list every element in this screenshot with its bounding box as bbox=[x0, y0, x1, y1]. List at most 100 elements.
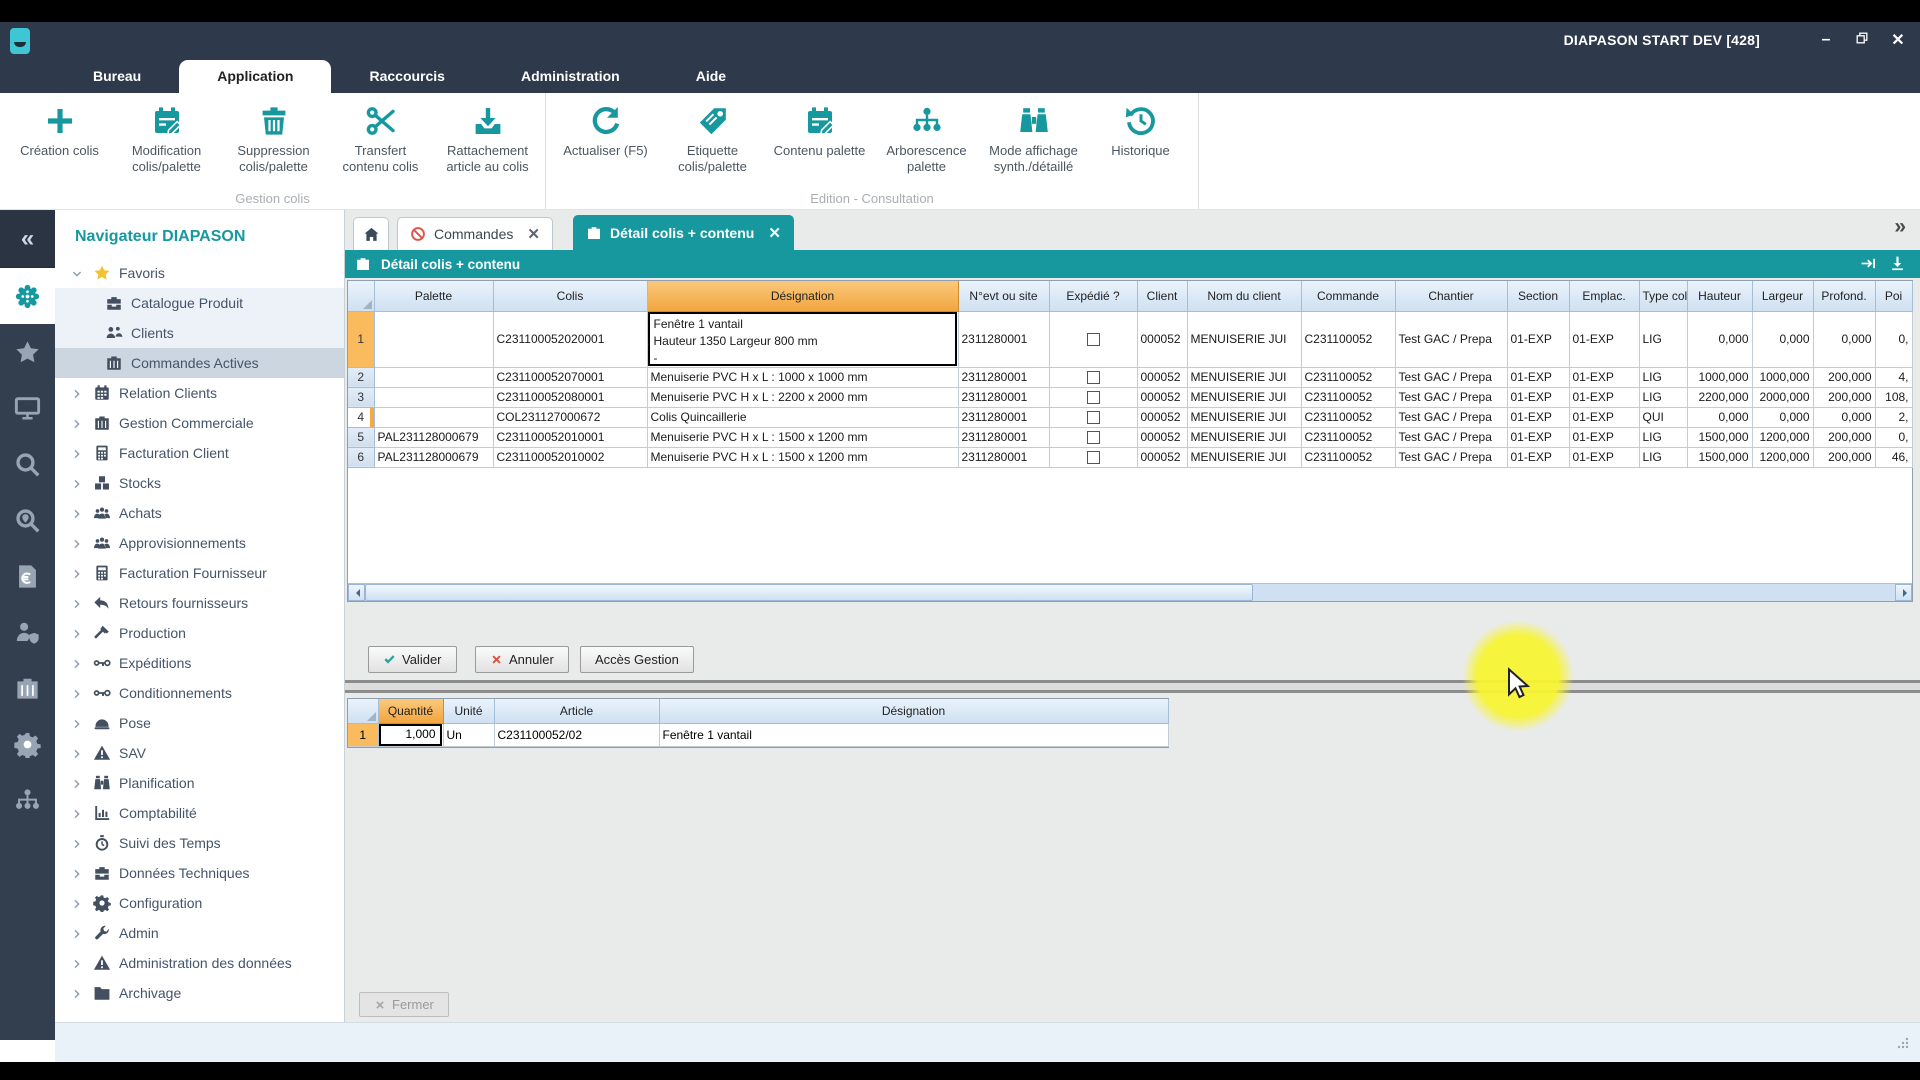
sidebar-item-stocks[interactable]: Stocks bbox=[55, 468, 344, 498]
column-header[interactable]: Désignation bbox=[659, 699, 1168, 723]
sidebar-collapse-button[interactable]: « bbox=[0, 210, 55, 268]
ribbon-button[interactable]: Actualiser (F5) bbox=[552, 99, 659, 159]
ribbon-button[interactable]: Mode affichage synth./détaillé bbox=[980, 99, 1087, 174]
tabs-overflow-button[interactable]: » bbox=[1894, 215, 1906, 239]
sidebar-item-production[interactable]: Production bbox=[55, 618, 344, 648]
sidebar-item-admin[interactable]: Admin bbox=[55, 918, 344, 948]
ribbon-button[interactable]: Etiquette colis/palette bbox=[659, 99, 766, 174]
column-header[interactable]: Profond. bbox=[1813, 281, 1875, 311]
export-right-icon[interactable] bbox=[1860, 255, 1877, 272]
valider-button[interactable]: Valider bbox=[368, 646, 457, 673]
table-row[interactable]: 5PAL231128000679C231100052010001Menuiser… bbox=[348, 427, 1912, 447]
expedie-checkbox[interactable] bbox=[1087, 431, 1100, 444]
ribbon-button[interactable]: Création colis bbox=[6, 99, 113, 159]
column-header[interactable]: Article bbox=[494, 699, 659, 723]
sidebar-item-gestion-commerciale[interactable]: Gestion Commerciale bbox=[55, 408, 344, 438]
ribbon-button[interactable]: Historique bbox=[1087, 99, 1194, 159]
table-row[interactable]: 3C231100052080001Menuiserie PVC H x L : … bbox=[348, 387, 1912, 407]
rail-item-sitemap[interactable] bbox=[0, 772, 55, 828]
table-row[interactable]: 6PAL231128000679C231100052010002Menuiser… bbox=[348, 447, 1912, 467]
expedie-checkbox[interactable] bbox=[1087, 371, 1100, 384]
ribbon-button[interactable]: Contenu palette bbox=[766, 99, 873, 159]
column-header[interactable]: Colis bbox=[493, 281, 647, 311]
tab-detail-colis-contenu[interactable]: Détail colis + contenu ✕ bbox=[573, 215, 794, 250]
menu-tab-raccourcis[interactable]: Raccourcis bbox=[331, 60, 482, 93]
sidebar-item-planification[interactable]: Planification bbox=[55, 768, 344, 798]
resize-grip[interactable] bbox=[1896, 1036, 1910, 1050]
ribbon-button[interactable]: Suppression colis/palette bbox=[220, 99, 327, 174]
annuler-button[interactable]: Annuler bbox=[475, 646, 569, 673]
download-icon[interactable] bbox=[1889, 255, 1906, 272]
expedie-checkbox[interactable] bbox=[1087, 451, 1100, 464]
home-tab[interactable] bbox=[353, 217, 389, 250]
scroll-left-button[interactable] bbox=[348, 584, 365, 601]
ribbon-button[interactable]: Modification colis/palette bbox=[113, 99, 220, 174]
column-header[interactable]: Commande bbox=[1301, 281, 1395, 311]
restore-button[interactable] bbox=[1852, 31, 1872, 50]
designation-edit-field[interactable]: Fenêtre 1 vantail Hauteur 1350 Largeur 8… bbox=[648, 312, 957, 366]
column-header[interactable]: Hauteur bbox=[1687, 281, 1752, 311]
close-tab-icon[interactable]: ✕ bbox=[527, 225, 540, 243]
column-header[interactable]: Largeur bbox=[1752, 281, 1813, 311]
table-row[interactable]: 1C231100052020001Fenêtre 1 vantail Haute… bbox=[348, 311, 1912, 367]
close-tab-icon[interactable]: ✕ bbox=[768, 224, 781, 242]
sidebar-item-conditionnements[interactable]: Conditionnements bbox=[55, 678, 344, 708]
column-header[interactable]: Poi bbox=[1875, 281, 1912, 311]
quantite-edit-field[interactable]: 1,000 bbox=[379, 724, 442, 746]
horizontal-splitter[interactable] bbox=[345, 680, 1920, 693]
column-header[interactable]: Quantité bbox=[378, 699, 443, 723]
column-header[interactable]: N°evt ou site bbox=[958, 281, 1049, 311]
ribbon-button[interactable]: Arborescence palette bbox=[873, 99, 980, 174]
column-header[interactable]: Unité bbox=[443, 699, 494, 723]
column-header[interactable]: Section bbox=[1507, 281, 1569, 311]
tab-commandes[interactable]: Commandes ✕ bbox=[397, 217, 553, 250]
rail-item-suitcase[interactable] bbox=[0, 660, 55, 716]
column-header[interactable]: Palette bbox=[374, 281, 493, 311]
sidebar-item-facturation-fournisseur[interactable]: Facturation Fournisseur bbox=[55, 558, 344, 588]
scrollbar-thumb[interactable] bbox=[365, 584, 1253, 601]
close-button[interactable]: ✕ bbox=[1888, 30, 1908, 50]
sidebar-item-configuration[interactable]: Configuration bbox=[55, 888, 344, 918]
sidebar-item-achats[interactable]: Achats bbox=[55, 498, 344, 528]
ribbon-button[interactable]: Rattachement article au colis bbox=[434, 99, 541, 174]
table-row[interactable]: 4COL231127000672Colis Quincaillerie23112… bbox=[348, 407, 1912, 427]
horizontal-scrollbar[interactable] bbox=[348, 583, 1912, 601]
menu-tab-administration[interactable]: Administration bbox=[483, 60, 658, 93]
sidebar-item-approvisionnements[interactable]: Approvisionnements bbox=[55, 528, 344, 558]
sidebar-item-exp-ditions[interactable]: Expéditions bbox=[55, 648, 344, 678]
menu-tab-application[interactable]: Application bbox=[179, 60, 331, 93]
sidebar-item-facturation-client[interactable]: Facturation Client bbox=[55, 438, 344, 468]
sidebar-item-clients[interactable]: Clients bbox=[55, 318, 344, 348]
expedie-checkbox[interactable] bbox=[1087, 333, 1100, 346]
sidebar-item-archivage[interactable]: Archivage bbox=[55, 978, 344, 1008]
expedie-checkbox[interactable] bbox=[1087, 391, 1100, 404]
sidebar-item-favoris[interactable]: Favoris bbox=[55, 258, 344, 288]
sidebar-item-pose[interactable]: Pose bbox=[55, 708, 344, 738]
rail-item-doc-euro[interactable] bbox=[0, 548, 55, 604]
rail-item-monitor[interactable] bbox=[0, 380, 55, 436]
minimize-button[interactable]: – bbox=[1816, 31, 1836, 49]
column-header[interactable]: Expédié ? bbox=[1049, 281, 1137, 311]
table-row[interactable]: 2C231100052070001Menuiserie PVC H x L : … bbox=[348, 367, 1912, 387]
column-header[interactable]: Type colis bbox=[1639, 281, 1687, 311]
rail-item-gear[interactable] bbox=[0, 716, 55, 772]
table-row[interactable]: 11,000UnC231100052/02Fenêtre 1 vantail bbox=[348, 723, 1168, 746]
column-header[interactable]: Client bbox=[1137, 281, 1187, 311]
rail-item-search[interactable] bbox=[0, 436, 55, 492]
sidebar-item-relation-clients[interactable]: Relation Clients bbox=[55, 378, 344, 408]
ribbon-button[interactable]: Transfert contenu colis bbox=[327, 99, 434, 174]
scroll-right-button[interactable] bbox=[1895, 584, 1912, 601]
menu-tab-bureau[interactable]: Bureau bbox=[55, 60, 179, 93]
sidebar-item-catalogue-produit[interactable]: Catalogue Produit bbox=[55, 288, 344, 318]
rail-item-rosette[interactable] bbox=[0, 268, 55, 324]
column-header[interactable]: Nom du client bbox=[1187, 281, 1301, 311]
sidebar-item-administration-des-donn-es[interactable]: Administration des données bbox=[55, 948, 344, 978]
rail-item-search-pin[interactable] bbox=[0, 492, 55, 548]
column-header[interactable]: Désignation bbox=[647, 281, 958, 311]
acces-gestion-button[interactable]: Accès Gestion bbox=[580, 646, 694, 673]
expedie-checkbox[interactable] bbox=[1087, 411, 1100, 424]
sidebar-item-donn-es-techniques[interactable]: Données Techniques bbox=[55, 858, 344, 888]
column-header[interactable]: Chantier bbox=[1395, 281, 1507, 311]
rail-item-user-shield[interactable] bbox=[0, 604, 55, 660]
fermer-button[interactable]: Fermer bbox=[359, 992, 449, 1017]
